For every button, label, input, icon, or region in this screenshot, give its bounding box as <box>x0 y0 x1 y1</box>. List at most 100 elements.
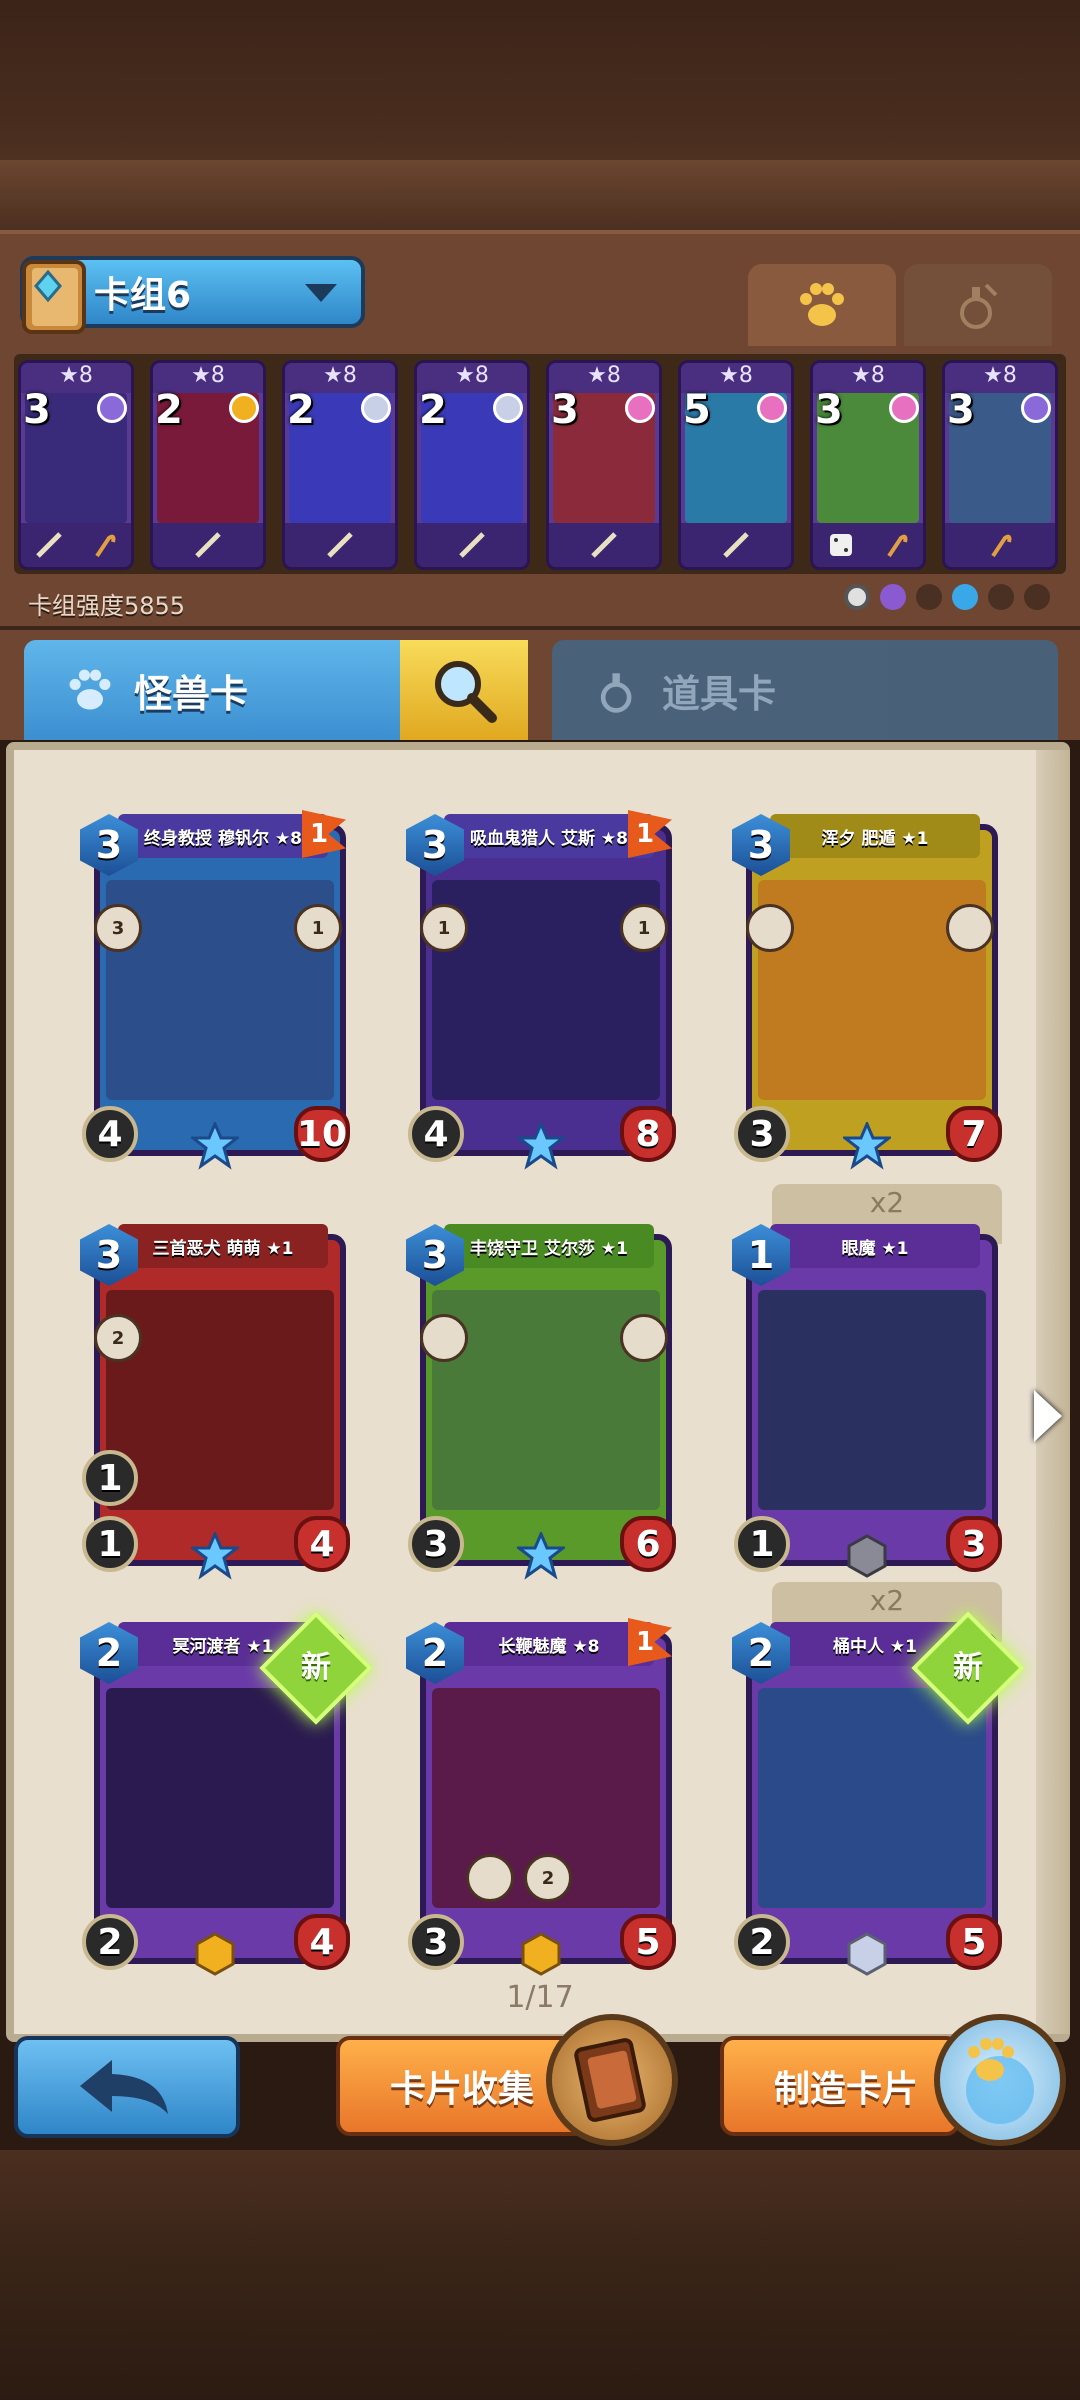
fire-icon[interactable] <box>1024 584 1050 610</box>
deck-card[interactable]: ★8 3 <box>942 360 1058 570</box>
ability-icon <box>420 1314 468 1362</box>
deck-card[interactable]: ★8 3 <box>546 360 662 570</box>
tab-monster-deck[interactable] <box>748 264 896 346</box>
deck-card[interactable]: ★8 3 <box>810 360 926 570</box>
card-frame <box>94 824 346 1156</box>
card-health: 5 <box>620 1914 676 1970</box>
ability-icon <box>746 904 794 952</box>
rarity-gem-icon <box>625 393 655 423</box>
deck-select-dropdown[interactable]: 卡组6 <box>20 256 365 334</box>
deck-card-strip: ★8 3 ★8 2 ★8 2 ★8 2 ★8 3 ★8 5 ★8 3 ★8 3 <box>14 354 1066 574</box>
monster-card[interactable]: 吸血鬼猎人 艾斯 ★8 3 1 1 1 4 8 <box>406 806 676 1170</box>
card-name: 吸血鬼猎人 艾斯 ★8 <box>444 814 654 858</box>
card-frame <box>746 824 998 1156</box>
chevron-down-icon <box>305 284 337 302</box>
hook-icon <box>886 534 907 558</box>
deck-panel: 卡组6 ★8 3 ★8 2 ★8 2 ★8 2 ★8 3 ★8 5 ★8 3 ★… <box>0 230 1080 630</box>
deck-card-tags <box>417 523 527 567</box>
sword-icon <box>459 532 485 558</box>
card-attack: 4 <box>82 1106 138 1162</box>
dice-icon <box>829 534 852 556</box>
card-art <box>106 1290 334 1510</box>
search-button[interactable] <box>400 640 528 740</box>
ability-icon: 1 <box>620 904 668 952</box>
sword-icon <box>195 532 221 558</box>
card-attack: 1 <box>734 1516 790 1572</box>
tab-item-deck[interactable] <box>904 264 1052 346</box>
craft-card-button[interactable]: 制造卡片 <box>720 2036 960 2136</box>
deck-card-cost: 2 <box>419 387 447 433</box>
deck-card[interactable]: ★8 5 <box>678 360 794 570</box>
next-page-arrow-icon[interactable] <box>1034 1390 1062 1442</box>
card-attack: 1 <box>82 1516 138 1572</box>
rarity-gem-icon <box>229 393 259 423</box>
deck-card-tags <box>21 523 131 567</box>
card-attack: 4 <box>408 1106 464 1162</box>
deck-card-cost: 3 <box>23 387 51 433</box>
hook-icon <box>94 534 115 558</box>
card-health: 5 <box>946 1914 1002 1970</box>
deck-card-cost: 5 <box>683 387 711 433</box>
arcane-icon[interactable] <box>880 584 906 610</box>
deck-card[interactable]: ★8 2 <box>414 360 530 570</box>
card-collection-book: 终身教授 穆钒尔 ★8 3 1 3 1 4 10 吸血鬼猎人 艾斯 ★8 3 1… <box>6 742 1070 2042</box>
back-button[interactable] <box>14 2036 240 2138</box>
deck-strength: 卡组强度5855 <box>28 592 186 620</box>
monster-card[interactable]: 三首恶犬 萌萌 ★1 3 2 1 1 4 <box>80 1216 350 1580</box>
star-tier-icon <box>843 1122 891 1170</box>
card-collection-label: 卡片收集 <box>390 2069 535 2110</box>
monster-card[interactable]: 浑夕 肥遁 ★1 3 3 7 <box>732 806 1002 1170</box>
paw-icon <box>69 669 111 710</box>
eye-icon <box>946 904 994 952</box>
card-name: 三首恶犬 萌萌 ★1 <box>118 1224 328 1268</box>
card-health: 4 <box>294 1516 350 1572</box>
water-icon[interactable] <box>952 584 978 610</box>
sword-icon <box>723 532 749 558</box>
sword-icon <box>327 532 353 558</box>
deck-card-tags <box>549 523 659 567</box>
card-frame <box>746 1234 998 1566</box>
deck-card[interactable]: ★8 2 <box>150 360 266 570</box>
deck-filter-icons <box>844 584 1050 610</box>
card-attack: 2 <box>82 1914 138 1970</box>
tab-monster-label: 怪兽卡 <box>134 671 249 716</box>
card-health: 4 <box>294 1914 350 1970</box>
monster-card[interactable]: 丰饶守卫 艾尔莎 ★1 3 3 6 <box>406 1216 676 1580</box>
card-name: 眼魔 ★1 <box>770 1224 980 1268</box>
monster-card[interactable]: x2 桶中人 ★1 2 新 2 5 <box>732 1582 1025 1976</box>
card-health: 10 <box>294 1106 350 1162</box>
rarity-gem-icon <box>361 393 391 423</box>
card-type-tabs: 怪兽卡 道具卡 <box>0 630 1080 740</box>
craft-card-label: 制造卡片 <box>774 2069 919 2110</box>
card-art <box>758 1688 986 1908</box>
claw-icon[interactable] <box>916 584 942 610</box>
monster-card[interactable]: 终身教授 穆钒尔 ★8 3 1 3 1 4 10 <box>80 806 350 1170</box>
card-collection-icon[interactable] <box>546 2014 678 2146</box>
tab-monster-cards[interactable]: 怪兽卡 <box>24 640 404 740</box>
potion-icon <box>960 283 998 329</box>
card-frame <box>420 1632 672 1964</box>
neutral-icon[interactable] <box>844 584 870 610</box>
ability-icon: 2 <box>524 1854 572 1902</box>
deck-card[interactable]: ★8 2 <box>282 360 398 570</box>
monster-card[interactable]: 冥河渡者 ★1 2 新 2 4 <box>80 1611 373 1976</box>
deck-card-cost: 3 <box>815 387 843 433</box>
hook-icon <box>991 534 1012 558</box>
card-health: 7 <box>946 1106 1002 1162</box>
rarity-gem-icon <box>889 393 919 423</box>
monster-card[interactable]: x2 眼魔 ★1 1 1 3 <box>732 1184 1002 1578</box>
star-tier-icon <box>191 1532 239 1580</box>
deck-card[interactable]: ★8 3 <box>18 360 134 570</box>
craft-card-icon[interactable] <box>934 2014 1066 2146</box>
beast-icon[interactable] <box>988 584 1014 610</box>
star-tier-icon <box>517 1122 565 1170</box>
tab-item-cards[interactable]: 道具卡 <box>552 640 1058 740</box>
card-health: 6 <box>620 1516 676 1572</box>
paw-icon <box>800 283 844 326</box>
deck-card-cost: 2 <box>155 387 183 433</box>
monster-card[interactable]: 长鞭魅魔 ★8 2 1 2 3 5 <box>406 1614 676 1976</box>
card-art <box>106 1688 334 1908</box>
card-frame <box>420 1234 672 1566</box>
new-badge-label: 新 <box>301 1650 331 1685</box>
paw-potion-icon <box>966 2038 1034 2124</box>
